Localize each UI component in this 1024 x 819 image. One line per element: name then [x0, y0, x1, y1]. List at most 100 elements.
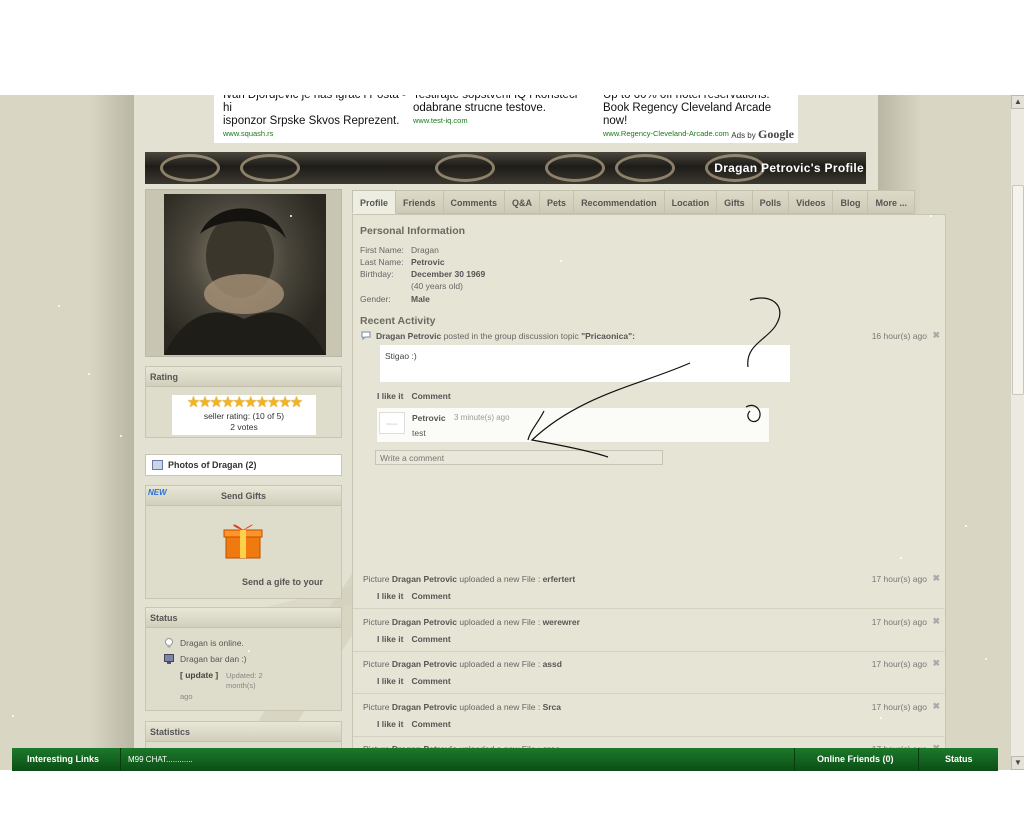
lightbulb-icon	[165, 638, 173, 648]
online-friends-button[interactable]: Online Friends (0)	[817, 748, 894, 771]
ad-url[interactable]: www.squash.rs	[223, 129, 413, 138]
activity-verb: uploaded a new File :	[457, 616, 543, 627]
tab-videos[interactable]: Videos	[789, 190, 834, 214]
first-name-label: First Name:	[360, 245, 404, 255]
vertical-scrollbar[interactable]: ▲ ▼	[1010, 95, 1024, 770]
like-link[interactable]: I like it	[377, 391, 403, 401]
activity-user[interactable]: Dragan Petrovic	[392, 702, 457, 712]
comment-user[interactable]: Petrovic	[412, 413, 446, 423]
comment-link[interactable]: Comment	[411, 391, 450, 401]
scrollbar-thumb[interactable]	[1012, 185, 1024, 395]
tab-qa[interactable]: Q&A	[505, 190, 541, 214]
activity-item: Picture Dragan Petrovic uploaded a new F…	[353, 610, 947, 652]
tab-blog[interactable]: Blog	[833, 190, 869, 214]
sparkle	[900, 557, 902, 559]
activity-text: Picture Dragan Petrovic uploaded a new F…	[363, 702, 561, 712]
status-message: Dragan bar dan :)	[180, 654, 247, 664]
tab-comments[interactable]: Comments	[443, 190, 506, 214]
scroll-down-icon[interactable]: ▼	[1011, 756, 1024, 770]
remove-activity-icon[interactable]: ✖	[932, 330, 940, 341]
remove-activity-icon[interactable]: ✖	[932, 658, 940, 669]
birthday-value: December 30 1969	[411, 269, 486, 279]
banner-ornament	[615, 154, 675, 182]
toolbar-divider	[918, 748, 919, 771]
banner-title: Dragan Petrovic's Profile	[714, 161, 864, 175]
photos-link[interactable]: Photos of Dragan (2)	[145, 454, 342, 476]
ads-by-google[interactable]: Ads by Google	[731, 127, 794, 142]
gift-icon[interactable]	[222, 520, 264, 560]
profile-banner: Dragan Petrovic's Profile	[145, 152, 866, 184]
recent-activity-heading: Recent Activity	[360, 315, 436, 327]
tab-more[interactable]: More ...	[868, 190, 915, 214]
update-status-link[interactable]: [ update ]	[180, 670, 218, 680]
ad-text[interactable]: Testirajte sopstveni IQ i konstecr odabr…	[413, 95, 603, 115]
activity-item: Picture Dragan Petrovic uploaded a new F…	[353, 652, 947, 694]
chat-ticker[interactable]: M99 CHAT............	[128, 748, 193, 771]
banner-ornament	[160, 154, 220, 182]
ad-unit[interactable]: Testirajte sopstveni IQ i konstecr odabr…	[413, 95, 603, 125]
tab-friends[interactable]: Friends	[396, 190, 444, 214]
tab-gifts[interactable]: Gifts	[717, 190, 753, 214]
rating-box: Rating ★★★★★★★★★★ seller rating: (10 of …	[145, 366, 342, 438]
ads-by-prefix: Ads by	[731, 131, 756, 140]
activity-file[interactable]: erfertert	[543, 574, 576, 584]
tab-recommendation[interactable]: Recommendation	[574, 190, 665, 214]
send-gift-link[interactable]: Send a gife to your	[242, 577, 323, 587]
comment-link[interactable]: Comment	[411, 719, 450, 729]
status-updated: Updated: 2	[226, 671, 263, 680]
ad-unit[interactable]: Ivan Djordjevic je nas igrac i Posta - h…	[223, 95, 413, 138]
activity-file[interactable]: werewrer	[543, 617, 580, 627]
banner-ornament	[240, 154, 300, 182]
photos-link-label[interactable]: Photos of Dragan (2)	[168, 460, 257, 470]
toolbar-divider	[794, 748, 795, 771]
activity-type: Picture	[363, 574, 392, 584]
interesting-links-button[interactable]: Interesting Links	[27, 748, 99, 771]
monitor-icon	[164, 654, 174, 664]
status-button[interactable]: Status	[945, 748, 973, 771]
sparkle	[12, 715, 14, 717]
tab-pets[interactable]: Pets	[540, 190, 575, 214]
toolbar-divider	[120, 748, 121, 771]
activity-actions: I like it Comment	[377, 634, 459, 644]
ad-text[interactable]: Ivan Djordjevic je nas igrac i Posta - h…	[223, 95, 413, 128]
avatar-photo	[164, 208, 326, 355]
sparkle	[290, 215, 292, 217]
activity-file[interactable]: assd	[543, 659, 562, 669]
scroll-up-icon[interactable]: ▲	[1011, 95, 1024, 109]
tab-profile[interactable]: Profile	[352, 190, 397, 214]
ad-url[interactable]: www.test-iq.com	[413, 116, 603, 125]
activity-user[interactable]: Dragan Petrovic	[392, 659, 457, 669]
activity-user[interactable]: Dragan Petrovic	[392, 574, 457, 584]
remove-activity-icon[interactable]: ✖	[932, 616, 940, 627]
remove-activity-icon[interactable]: ✖	[932, 573, 940, 584]
send-gifts-box: Send Gifts NEW Send a gife to your	[145, 485, 342, 599]
activity-file[interactable]: Srca	[543, 702, 561, 712]
sparkle	[560, 260, 562, 262]
bottom-toolbar: Interesting Links M99 CHAT............ O…	[12, 748, 998, 771]
comment-time: 3 minute(s) ago	[454, 413, 510, 422]
sparkle	[985, 658, 987, 660]
comment-link[interactable]: Comment	[411, 634, 450, 644]
like-link[interactable]: I like it	[377, 591, 403, 601]
remove-activity-icon[interactable]: ✖	[932, 701, 940, 712]
status-updated-ago: ago	[180, 692, 193, 701]
like-link[interactable]: I like it	[377, 719, 403, 729]
tab-location[interactable]: Location	[664, 190, 718, 214]
comment-link[interactable]: Comment	[411, 676, 450, 686]
profile-tabs: Profile Friends Comments Q&A Pets Recomm…	[352, 190, 915, 214]
status-heading: Status	[146, 608, 341, 628]
comment-link[interactable]: Comment	[411, 591, 450, 601]
avatar[interactable]	[164, 194, 326, 355]
tab-polls[interactable]: Polls	[752, 190, 790, 214]
activity-time: 17 hour(s) ago	[871, 574, 927, 584]
activity-text: Picture Dragan Petrovic uploaded a new F…	[363, 659, 562, 669]
ad-text[interactable]: Up to 60% off hotel reservations. Book R…	[603, 95, 793, 128]
activity-user[interactable]: Dragan Petrovic	[392, 617, 457, 627]
comment-thumbnail[interactable]: Petrovic	[379, 412, 405, 434]
activity-user[interactable]: Dragan Petrovic	[376, 331, 441, 341]
like-link[interactable]: I like it	[377, 676, 403, 686]
like-link[interactable]: I like it	[377, 634, 403, 644]
star-rating[interactable]: ★★★★★★★★★★	[172, 395, 316, 411]
send-gifts-heading: Send Gifts	[146, 486, 341, 506]
activity-verb: uploaded a new File :	[457, 701, 543, 712]
